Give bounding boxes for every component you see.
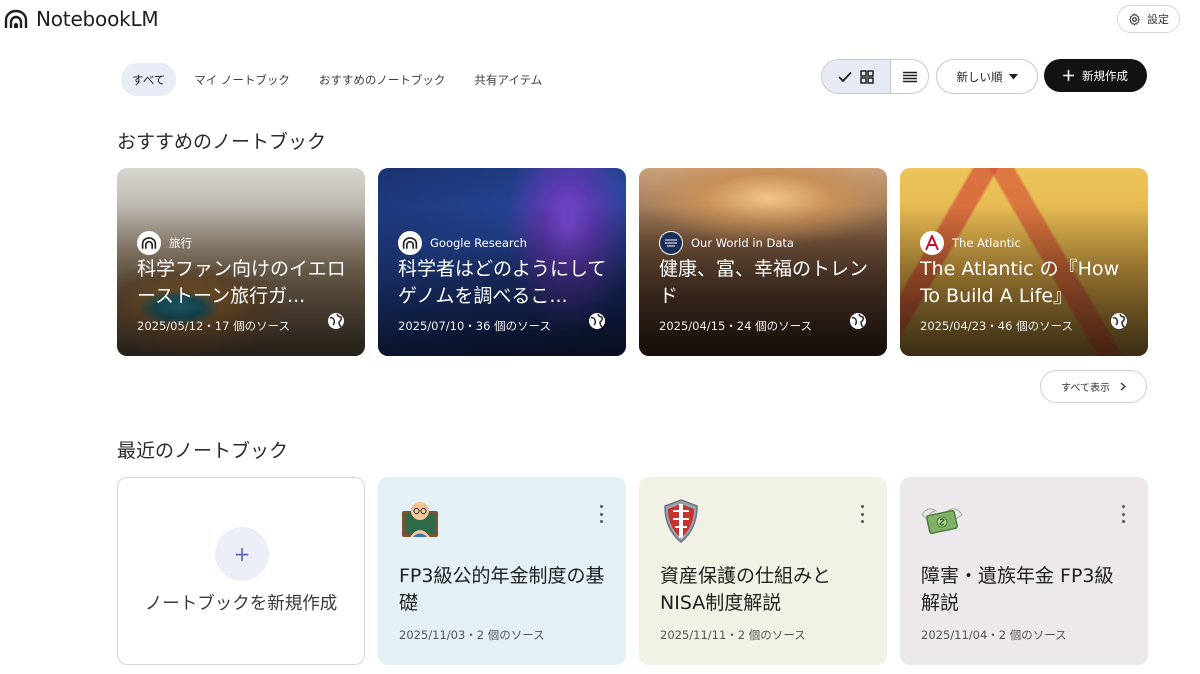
notebooklm-logo-icon — [137, 231, 161, 255]
list-icon — [902, 71, 917, 82]
card-source: 旅行 — [137, 231, 192, 255]
settings-label: 設定 — [1147, 13, 1169, 26]
card-title: 科学者はどのようにしてゲノムを調べるこ... — [398, 258, 607, 307]
globe-icon — [1111, 313, 1127, 329]
show-all-button[interactable]: すべて表示 — [1040, 370, 1147, 403]
create-notebook-card[interactable]: + ノートブックを新規作成 — [117, 477, 365, 665]
featured-card[interactable]: Google Research 科学者はどのようにしてゲノムを調べるこ... 2… — [378, 168, 626, 356]
more-options-icon[interactable] — [859, 505, 865, 523]
featured-card[interactable]: The Atlantic The Atlantic の『How To Build… — [900, 168, 1148, 356]
gear-icon — [1128, 12, 1141, 26]
sort-label: 新しい順 — [956, 69, 1003, 84]
card-title: 科学ファン向けのイエローストーン旅行ガ... — [137, 258, 346, 307]
grid-view-button[interactable] — [822, 60, 892, 93]
card-meta: 2025/05/12・17 個のソース — [137, 319, 290, 333]
notebook-meta: 2025/11/04・2 個のソース — [921, 628, 1067, 642]
card-source: Our World in Data — [659, 231, 794, 255]
card-meta: 2025/07/10・36 個のソース — [398, 319, 551, 333]
show-all-label: すべて表示 — [1061, 383, 1110, 394]
card-source-name: Google Research — [430, 236, 527, 250]
new-button-label: 新規作成 — [1082, 68, 1128, 83]
shield-emoji-icon — [664, 499, 698, 543]
our-world-in-data-logo-icon — [659, 231, 683, 255]
settings-button[interactable]: 設定 — [1117, 5, 1180, 33]
tab-my-notebooks[interactable]: マイ ノートブック — [183, 63, 301, 96]
new-notebook-button[interactable]: 新規作成 — [1044, 59, 1147, 92]
tab-shared-items[interactable]: 共有アイテム — [463, 63, 553, 96]
check-icon — [838, 71, 852, 82]
chevron-right-icon — [1120, 382, 1126, 391]
the-atlantic-logo-icon — [920, 231, 944, 255]
notebook-meta: 2025/11/03・2 個のソース — [399, 628, 545, 642]
grid-icon — [860, 69, 874, 84]
card-title: 健康、富、幸福のトレンド — [659, 258, 869, 307]
sort-dropdown[interactable]: 新しい順 — [936, 59, 1038, 94]
view-toggle — [821, 59, 929, 94]
notebook-meta: 2025/11/11・2 個のソース — [660, 628, 806, 642]
featured-card[interactable]: Our World in Data 健康、富、幸福のトレンド 2025/04/1… — [639, 168, 887, 356]
app-name: NotebookLM — [36, 7, 159, 31]
globe-icon — [589, 313, 605, 329]
card-source-name: Our World in Data — [691, 236, 794, 250]
notebook-title: FP3級公的年金制度の基礎 — [399, 565, 605, 614]
card-source-name: The Atlantic — [952, 236, 1021, 250]
globe-icon — [850, 313, 866, 329]
notebooklm-logo-icon — [4, 9, 28, 28]
notebooklm-logo-icon — [398, 231, 422, 255]
notebook-title: 障害・遺族年金 FP3級解説 — [921, 565, 1114, 614]
globe-icon — [328, 313, 344, 329]
featured-card[interactable]: 旅行 科学ファン向けのイエローストーン旅行ガ... 2025/05/12・17 … — [117, 168, 365, 356]
create-notebook-label: ノートブックを新規作成 — [144, 594, 338, 614]
card-source-name: 旅行 — [169, 236, 192, 250]
more-options-icon[interactable] — [598, 505, 604, 523]
featured-heading: おすすめのノートブック — [117, 131, 327, 153]
app-logo[interactable]: NotebookLM — [4, 7, 159, 31]
caret-down-icon — [1008, 73, 1018, 79]
plus-icon — [1063, 70, 1074, 81]
card-meta: 2025/04/15・24 個のソース — [659, 319, 812, 333]
filter-tabs: すべて マイ ノートブック おすすめのノートブック 共有アイテム — [121, 63, 560, 96]
money-with-wings-emoji-icon — [921, 508, 963, 535]
notebook-card[interactable]: 資産保護の仕組みとNISA制度解説 2025/11/11・2 個のソース — [639, 477, 887, 665]
plus-icon: + — [215, 527, 269, 581]
notebook-card[interactable]: FP3級公的年金制度の基礎 2025/11/03・2 個のソース — [378, 477, 626, 665]
card-meta: 2025/04/23・46 個のソース — [920, 319, 1073, 333]
more-options-icon[interactable] — [1120, 505, 1126, 523]
tab-featured-notebooks[interactable]: おすすめのノートブック — [308, 63, 457, 96]
notebook-card[interactable]: 障害・遺族年金 FP3級解説 2025/11/04・2 個のソース — [900, 477, 1148, 665]
card-source: The Atlantic — [920, 231, 1021, 255]
list-view-button[interactable] — [891, 60, 928, 93]
notebook-title: 資産保護の仕組みとNISA制度解説 — [660, 565, 832, 614]
recent-heading: 最近のノートブック — [117, 440, 289, 462]
teacher-emoji-icon — [402, 502, 438, 537]
card-title: The Atlantic の『How To Build A Life』 — [920, 258, 1120, 307]
tab-all[interactable]: すべて — [121, 63, 177, 96]
card-source: Google Research — [398, 231, 527, 255]
